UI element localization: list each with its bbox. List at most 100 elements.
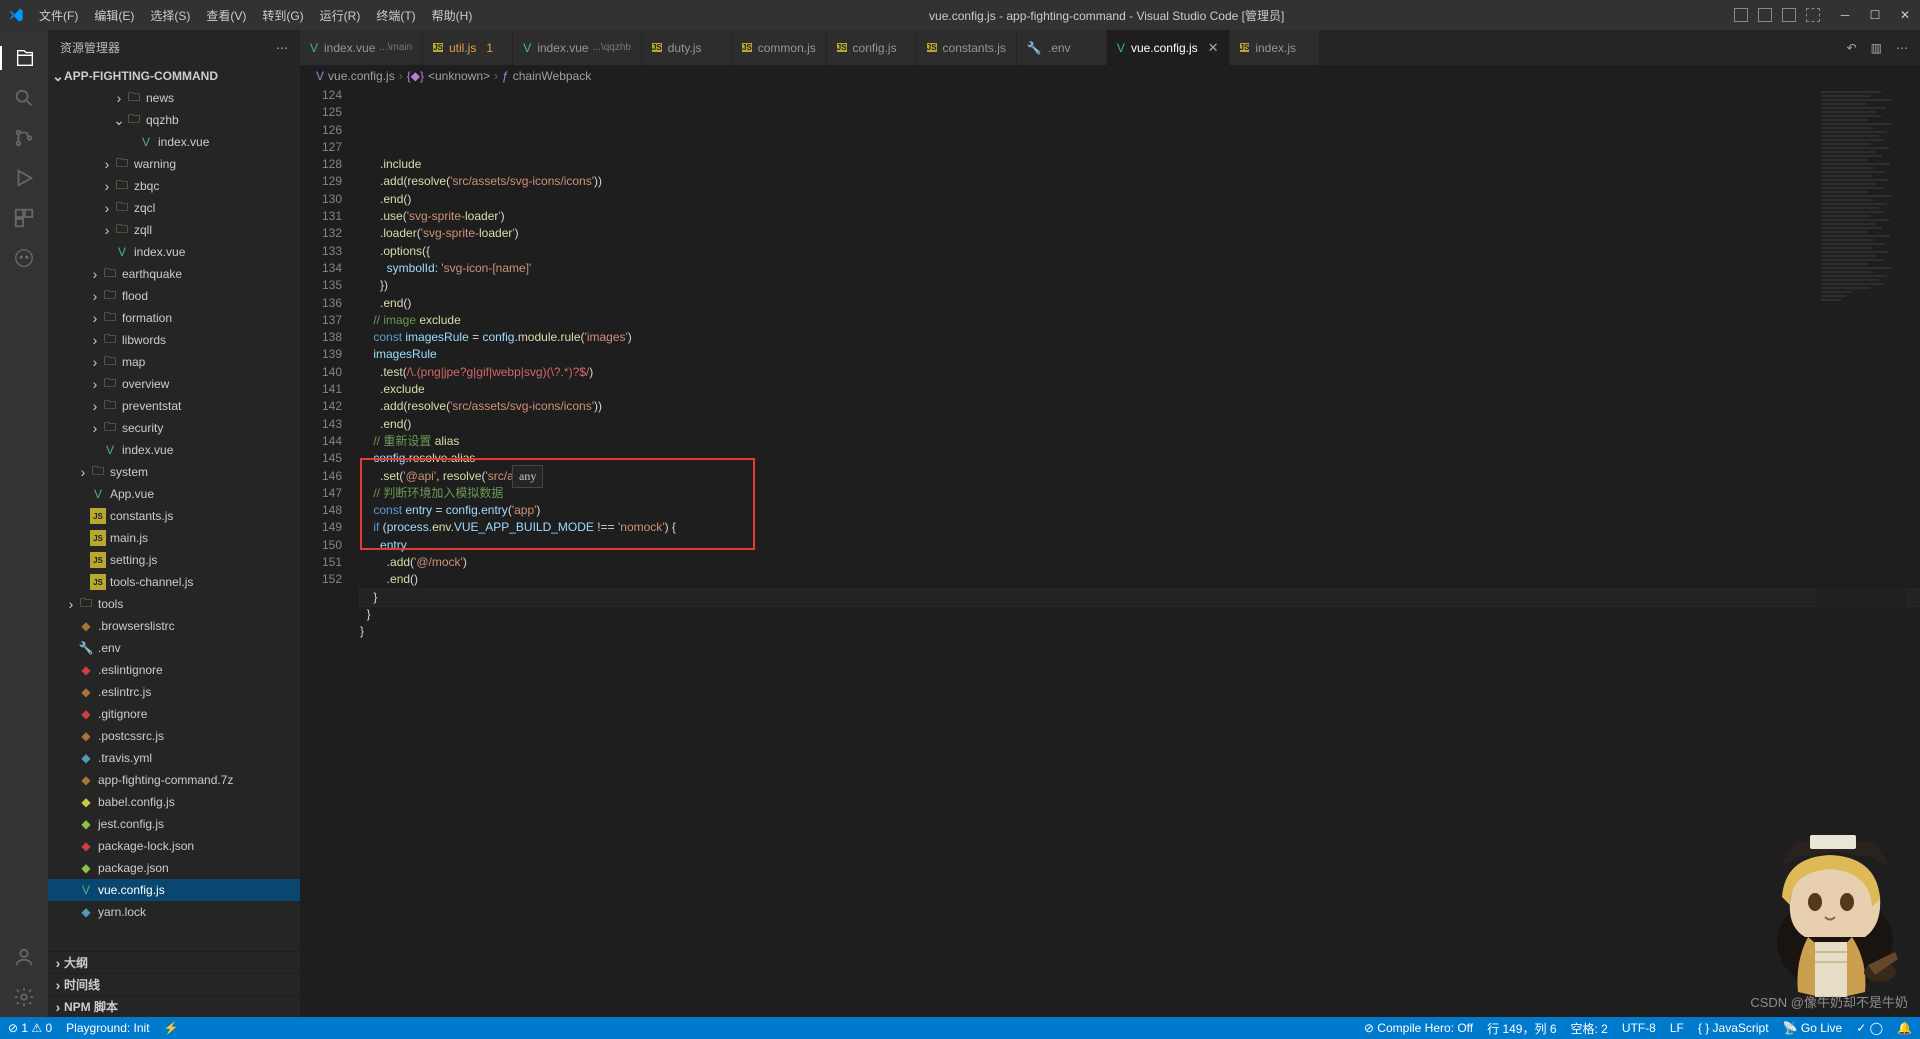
tree-item[interactable]: JStools-channel.js: [48, 571, 300, 593]
breadcrumb[interactable]: V vue.config.js › {◆} <unknown> › ƒ chai…: [300, 65, 1920, 87]
split-editor-icon[interactable]: ▥: [1871, 41, 1882, 55]
tree-item[interactable]: ◆yarn.lock: [48, 901, 300, 923]
editor-tab[interactable]: JSconstants.js: [917, 30, 1017, 65]
tree-item[interactable]: JSconstants.js: [48, 505, 300, 527]
more-actions-icon[interactable]: ⋯: [1896, 41, 1908, 55]
status-cursor-position[interactable]: 行 149，列 6: [1487, 1020, 1556, 1037]
status-encoding[interactable]: UTF-8: [1622, 1021, 1656, 1035]
tree-item[interactable]: ›🗀zbqc: [48, 175, 300, 197]
tree-item[interactable]: ◆.eslintignore: [48, 659, 300, 681]
menu-terminal[interactable]: 终端(T): [369, 3, 422, 28]
toggle-panel-bottom-icon[interactable]: [1758, 8, 1772, 22]
source-control-icon[interactable]: [12, 126, 36, 150]
editor-tab[interactable]: JSindex.js: [1230, 30, 1320, 65]
editor-tab[interactable]: Vindex.vue...\qqzhb: [513, 30, 642, 65]
maximize-icon[interactable]: ☐: [1868, 8, 1882, 22]
toggle-panel-left-icon[interactable]: [1734, 8, 1748, 22]
tree-item[interactable]: VApp.vue: [48, 483, 300, 505]
extensions-icon[interactable]: [12, 206, 36, 230]
close-icon[interactable]: ✕: [1898, 8, 1912, 22]
status-prettier[interactable]: ✓ ◯: [1856, 1021, 1883, 1035]
status-indentation[interactable]: 空格: 2: [1571, 1020, 1608, 1037]
tree-item[interactable]: ›🗀system: [48, 461, 300, 483]
tree-item[interactable]: ›🗀zqll: [48, 219, 300, 241]
editor-tab[interactable]: Vvue.config.js✕: [1107, 30, 1230, 65]
tree-item[interactable]: ◆.gitignore: [48, 703, 300, 725]
settings-gear-icon[interactable]: [12, 985, 36, 1009]
go-back-icon[interactable]: ↶: [1847, 41, 1857, 55]
tree-item[interactable]: ⌄🗀qqzhb: [48, 109, 300, 131]
status-lightning-icon[interactable]: ⚡: [164, 1021, 179, 1035]
tree-item[interactable]: ›🗀preventstat: [48, 395, 300, 417]
menu-go[interactable]: 转到(G): [255, 3, 310, 28]
tree-item[interactable]: ›🗀earthquake: [48, 263, 300, 285]
tree-item[interactable]: JSmain.js: [48, 527, 300, 549]
editor-tab[interactable]: 🔧.env: [1017, 30, 1107, 65]
copilot-icon[interactable]: [12, 246, 36, 270]
tree-item[interactable]: ›🗀zqcl: [48, 197, 300, 219]
menu-edit[interactable]: 编辑(E): [87, 3, 141, 28]
status-problems[interactable]: ⊘ 1 ⚠ 0: [8, 1021, 52, 1035]
tree-item[interactable]: ›🗀flood: [48, 285, 300, 307]
code-content[interactable]: .include .add(resolve('src/assets/svg-ic…: [360, 87, 1920, 1017]
tree-item[interactable]: ›🗀warning: [48, 153, 300, 175]
breadcrumb-symbol-1[interactable]: <unknown>: [428, 69, 490, 83]
status-compile-hero[interactable]: ⊘ Compile Hero: Off: [1364, 1021, 1473, 1035]
status-eol[interactable]: LF: [1670, 1021, 1684, 1035]
tree-item[interactable]: ›🗀formation: [48, 307, 300, 329]
tree-item[interactable]: ◆package-lock.json: [48, 835, 300, 857]
editor-tab[interactable]: Vindex.vue...\main: [300, 30, 423, 65]
tree-item[interactable]: ◆package.json: [48, 857, 300, 879]
toggle-panel-right-icon[interactable]: [1782, 8, 1796, 22]
tree-item[interactable]: ◆app-fighting-command.7z: [48, 769, 300, 791]
tree-item[interactable]: JSsetting.js: [48, 549, 300, 571]
editor-tab[interactable]: JSduty.js: [642, 30, 732, 65]
layout-controls: [1734, 8, 1820, 22]
tree-item[interactable]: ›🗀tools: [48, 593, 300, 615]
menu-selection[interactable]: 选择(S): [143, 3, 197, 28]
tree-item[interactable]: ◆.travis.yml: [48, 747, 300, 769]
tree-item[interactable]: Vindex.vue: [48, 241, 300, 263]
tree-item[interactable]: ◆.browserslistrc: [48, 615, 300, 637]
editor-tab[interactable]: JSutil.js1: [423, 30, 513, 65]
tree-item[interactable]: ◆babel.config.js: [48, 791, 300, 813]
tree-item[interactable]: ◆jest.config.js: [48, 813, 300, 835]
tree-item[interactable]: ›🗀news: [48, 87, 300, 109]
tree-item[interactable]: ◆.postcssrc.js: [48, 725, 300, 747]
tree-item[interactable]: ›🗀map: [48, 351, 300, 373]
breadcrumb-symbol-2[interactable]: chainWebpack: [513, 69, 592, 83]
menu-file[interactable]: 文件(F): [32, 3, 85, 28]
explorer-section-header[interactable]: ⌄ APP-FIGHTING-COMMAND: [48, 65, 300, 87]
editor-tab[interactable]: JScommon.js: [732, 30, 827, 65]
run-debug-icon[interactable]: [12, 166, 36, 190]
tree-item[interactable]: Vindex.vue: [48, 131, 300, 153]
breadcrumb-file[interactable]: vue.config.js: [328, 69, 395, 83]
tree-item[interactable]: 🔧.env: [48, 637, 300, 659]
status-language[interactable]: { } JavaScript: [1698, 1021, 1769, 1035]
customize-layout-icon[interactable]: [1806, 8, 1820, 22]
status-go-live[interactable]: 📡 Go Live: [1783, 1021, 1843, 1035]
status-notifications-icon[interactable]: 🔔: [1897, 1021, 1912, 1035]
minimap[interactable]: [1816, 87, 1906, 1017]
menu-help[interactable]: 帮助(H): [425, 3, 480, 28]
minimize-icon[interactable]: ─: [1838, 8, 1852, 22]
outline-section[interactable]: ›大纲: [48, 951, 300, 973]
tree-item[interactable]: ◆.eslintrc.js: [48, 681, 300, 703]
explorer-more-icon[interactable]: ⋯: [276, 41, 288, 55]
editor-tab[interactable]: JSconfig.js: [827, 30, 917, 65]
tree-item[interactable]: Vvue.config.js: [48, 879, 300, 901]
code-editor[interactable]: 1241251261271281291301311321331341351361…: [300, 87, 1920, 1017]
file-tree[interactable]: ›🗀news⌄🗀qqzhbVindex.vue›🗀warning›🗀zbqc›🗀…: [48, 87, 300, 951]
menu-view[interactable]: 查看(V): [199, 3, 253, 28]
menu-run[interactable]: 运行(R): [313, 3, 368, 28]
tree-item[interactable]: ›🗀libwords: [48, 329, 300, 351]
status-playground[interactable]: Playground: Init: [66, 1021, 149, 1035]
tree-item[interactable]: Vindex.vue: [48, 439, 300, 461]
tree-item[interactable]: ›🗀overview: [48, 373, 300, 395]
search-icon[interactable]: [12, 86, 36, 110]
timeline-section[interactable]: ›时间线: [48, 973, 300, 995]
accounts-icon[interactable]: [12, 945, 36, 969]
npm-scripts-section[interactable]: ›NPM 脚本: [48, 995, 300, 1017]
explorer-icon[interactable]: [0, 46, 48, 70]
tree-item[interactable]: ›🗀security: [48, 417, 300, 439]
